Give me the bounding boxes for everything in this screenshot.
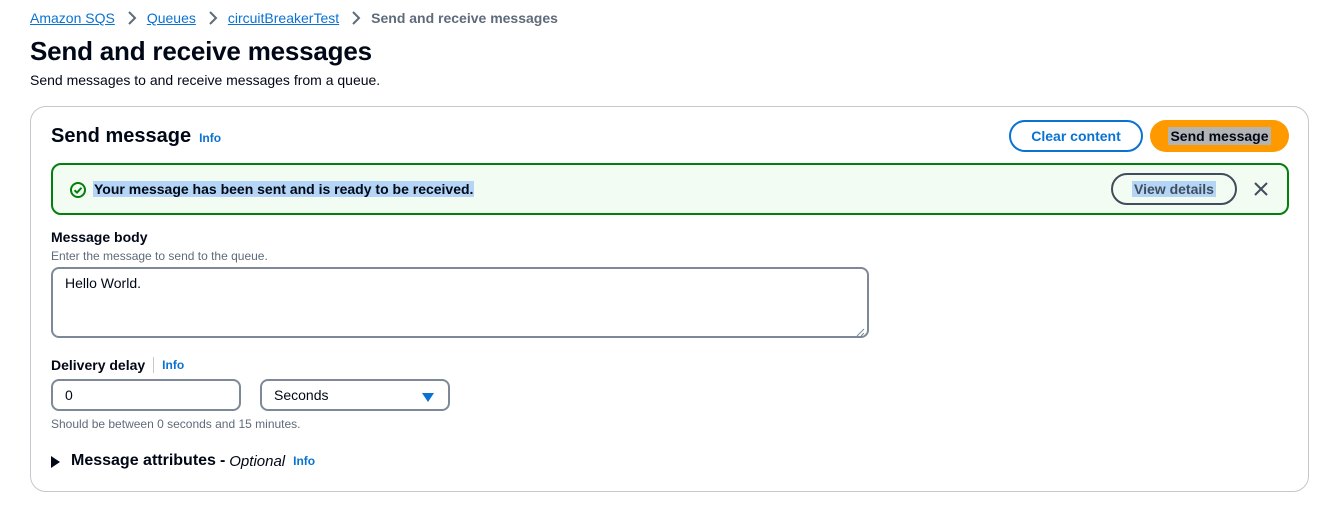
delivery-delay-constraint: Should be between 0 seconds and 15 minut… (51, 417, 301, 431)
close-icon[interactable] (1251, 179, 1271, 199)
breadcrumb-amazon-sqs[interactable]: Amazon SQS (30, 10, 115, 26)
send-message-panel: Send message Info Clear content Send mes… (30, 106, 1309, 492)
divider (153, 357, 155, 373)
delivery-delay-label: Delivery delay (51, 357, 146, 373)
delivery-delay-info-link[interactable]: Info (162, 358, 184, 372)
send-message-header: Send message Info (51, 125, 221, 148)
delivery-delay-value: 0 (65, 387, 73, 403)
message-attributes-optional: Optional (229, 452, 286, 470)
page-description: Send messages to and receive messages fr… (30, 72, 381, 88)
send-message-title: Send message (51, 125, 192, 147)
message-attributes-expander[interactable]: Message attributes - Optional Info (51, 452, 315, 470)
delivery-delay-input[interactable]: 0 (51, 379, 241, 411)
message-attributes-info-link[interactable]: Info (293, 454, 315, 468)
message-attributes-dash: - (219, 452, 226, 469)
message-body-label: Message body (51, 229, 148, 245)
success-message-text: Your message has been sent and is ready … (93, 181, 475, 197)
delivery-delay-unit-value: Seconds (274, 387, 329, 403)
clear-content-button[interactable]: Clear content (1009, 120, 1143, 152)
breadcrumb-current: Send and receive messages (371, 10, 558, 26)
send-message-button[interactable]: Send message (1150, 120, 1289, 152)
breadcrumb-queue-name[interactable]: circuitBreakerTest (228, 10, 339, 26)
delivery-delay-unit-select[interactable]: Seconds (260, 379, 450, 411)
caret-right-icon (51, 455, 61, 468)
page-title: Send and receive messages (30, 36, 372, 66)
message-body-description: Enter the message to send to the queue. (51, 249, 268, 263)
view-details-button[interactable]: View details (1111, 173, 1237, 205)
message-attributes-title: Message attributes (71, 452, 216, 469)
delivery-delay-header: Delivery delay Info (51, 357, 184, 373)
caret-down-icon (422, 390, 434, 402)
chevron-right-icon (202, 9, 224, 27)
message-body-textarea[interactable]: Hello World. (51, 267, 869, 338)
check-circle-icon (69, 181, 87, 199)
resize-handle-icon[interactable] (855, 324, 865, 337)
breadcrumb: Amazon SQS Queues circuitBreakerTest Sen… (30, 8, 558, 28)
chevron-right-icon (345, 9, 367, 27)
send-message-button-label: Send message (1168, 127, 1271, 145)
success-flashbar: Your message has been sent and is ready … (51, 163, 1289, 215)
view-details-label: View details (1132, 181, 1216, 197)
message-body-value: Hello World. (65, 275, 141, 291)
breadcrumb-queues[interactable]: Queues (147, 10, 196, 26)
send-message-info-link[interactable]: Info (199, 131, 221, 145)
chevron-right-icon (121, 9, 143, 27)
